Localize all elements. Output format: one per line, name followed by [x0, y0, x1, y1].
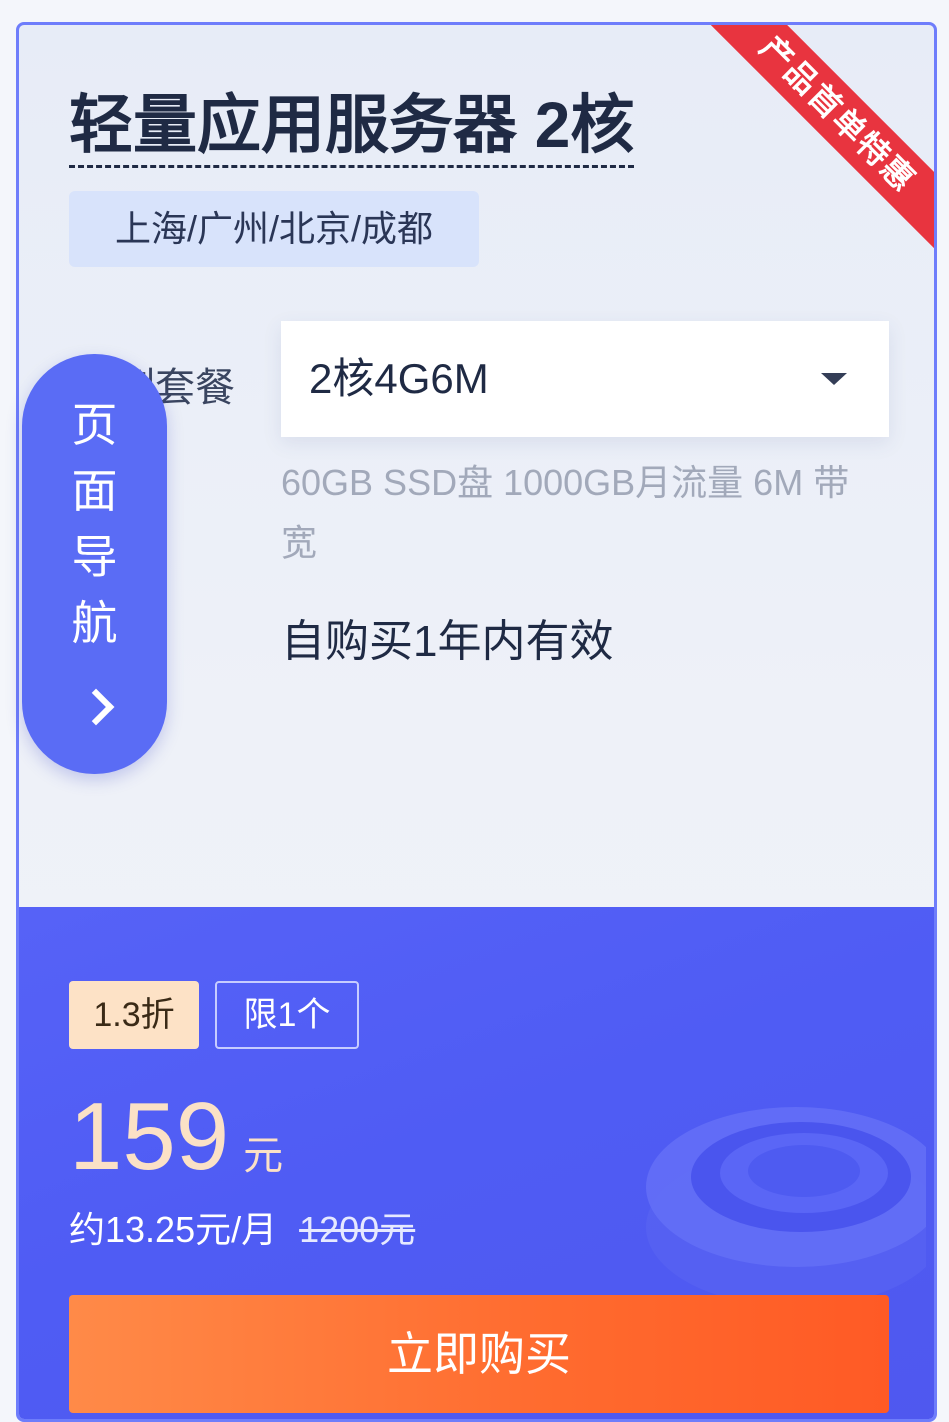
discount-badge: 1.3折 — [69, 981, 199, 1049]
buy-now-button[interactable]: 立即购买 — [69, 1295, 889, 1413]
promo-ribbon-label: 产品首单特惠 — [753, 29, 923, 199]
package-select-value: 2核4G6M — [309, 355, 489, 402]
disc-decoration-icon — [646, 1107, 926, 1297]
price-unit: 元 — [243, 1134, 284, 1178]
chevron-right-icon — [77, 688, 115, 726]
sub-price: 约13.25元/月 1200元 — [69, 1201, 415, 1253]
limit-badge: 限1个 — [215, 981, 359, 1049]
page-nav-label: 页面导航 — [71, 399, 118, 649]
page-nav-button[interactable]: 页面导航 — [22, 354, 167, 774]
promo-ribbon: 产品首单特惠 — [677, 25, 934, 275]
monthly-price: 约13.25元/月 — [69, 1209, 278, 1250]
price-value: 159 — [69, 1083, 230, 1190]
region-tag: 上海/广州/北京/成都 — [69, 191, 479, 267]
product-title[interactable]: 轻量应用服务器 2核 — [69, 87, 635, 168]
caret-down-icon — [821, 373, 847, 385]
package-spec: 60GB SSD盘 1000GB月流量 6M 带宽 — [281, 462, 850, 563]
pricing-panel: 1.3折 限1个 159 元 约13.25元/月 1200元 立即购买 — [19, 907, 934, 1419]
package-select[interactable]: 2核4G6M — [281, 321, 889, 437]
price: 159 元 — [69, 1085, 283, 1189]
validity-text: 自购买1年内有效 — [281, 617, 614, 666]
original-price: 1200元 — [299, 1209, 416, 1250]
